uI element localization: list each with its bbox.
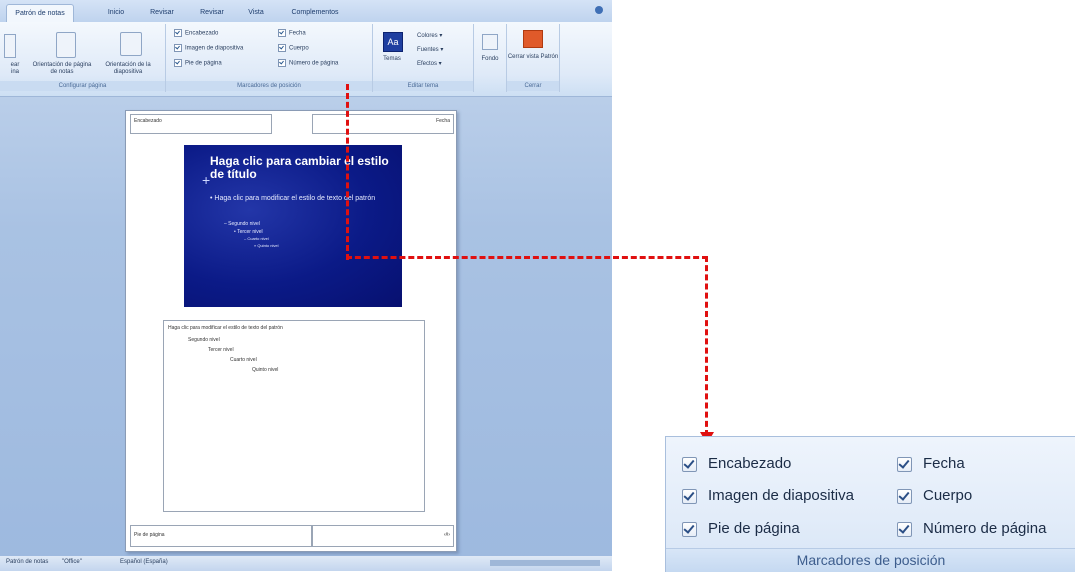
group-cerrar: Cerrar vista Patrón Cerrar [507,24,560,92]
group-configurar-pagina: ear ina Orientación de página de notas Or… [0,24,166,92]
slide-bullet-5: » Quinto nivel [254,243,279,248]
group-label-configurar: Configurar página [0,81,165,91]
status-language[interactable]: Español (España) [120,559,168,565]
zoomed-placeholders-group: Encabezado Imagen de diapositiva Pie de … [665,436,1075,572]
status-view: Patrón de notas [6,559,49,565]
temas-button[interactable]: Temas [377,56,407,63]
arrow-segment-2 [346,256,708,259]
slide-orientation-icon [120,32,142,56]
ribbon-check-imagen[interactable]: Imagen de diapositiva [174,44,243,52]
slide-bullet-4: – Cuarto nivel [244,236,269,241]
date-placeholder[interactable]: Fecha [312,114,454,134]
tab-vista[interactable]: Vista [240,4,272,21]
tab-complementos[interactable]: Complementos [280,4,350,21]
ribbon-check-cuerpo[interactable]: Cuerpo [278,44,309,52]
arrow-segment-3 [705,256,708,436]
fondo-button[interactable]: Fondo [474,56,506,63]
ribbon-check-encabezado[interactable]: Encabezado [174,29,218,37]
notes-line-4: Cuarto nivel [230,357,257,363]
ribbon-check-pie[interactable]: Pie de página [174,59,222,67]
page-number-placeholder[interactable]: ‹#› [312,525,454,547]
group-label-tema: Editar tema [373,81,473,91]
sparkle-icon: + [202,172,211,188]
status-bar: Patrón de notas "Office" Español (España… [0,556,612,571]
background-icon [482,34,498,50]
notes-body-placeholder[interactable]: Haga clic para modificar el estilo de te… [163,320,425,512]
ribbon-tab-bar: Patrón de notas Inicio Revisar Revisar V… [0,0,612,22]
group-editar-tema: Aa Temas Colores ▾ Fuentes ▾ Efectos ▾ E… [373,24,474,92]
slide-bullet-3: • Tercer nivel [234,229,263,235]
arrow-segment-1 [346,84,349,260]
tab-revisar-2[interactable]: Revisar [192,4,232,21]
footer-placeholder[interactable]: Pie de página [130,525,312,547]
configurar-pagina-button[interactable]: ear ina [0,62,30,76]
group-marcadores: Encabezado Imagen de diapositiva Pie de … [166,24,373,92]
checkmark-icon [682,522,697,537]
page-setup-icon [4,34,16,58]
slide-orientation-button[interactable]: Orientación de la diapositiva [94,62,162,76]
tab-inicio[interactable]: Inicio [98,4,134,21]
colores-button[interactable]: Colores ▾ [417,32,442,39]
checkmark-icon [897,457,912,472]
group-label-marcadores: Marcadores de posición [166,81,372,91]
group-label-cerrar: Cerrar [507,81,559,91]
notes-line-5: Quinto nivel [252,367,279,373]
checkmark-icon [682,489,697,504]
slide-image-placeholder[interactable]: Haga clic para cambiar el estilo de títu… [184,145,402,307]
notes-orientation-button[interactable]: Orientación de página de notas [32,62,92,76]
close-master-icon [523,30,543,48]
checkmark-icon [897,489,912,504]
checkmark-icon [682,457,697,472]
notes-line-2: Segundo nivel [188,337,220,343]
powerpoint-window: Patrón de notas Inicio Revisar Revisar V… [0,0,612,571]
cerrar-vista-patron-button[interactable]: Cerrar vista Patrón [507,54,559,61]
themes-icon[interactable]: Aa [383,32,403,52]
slide-bullet-2: – Segundo nivel [224,221,260,227]
notes-line-1: Haga clic para modificar el estilo de te… [168,325,283,331]
ribbon: ear ina Orientación de página de notas Or… [0,22,612,97]
checkmark-icon [897,522,912,537]
ribbon-check-numero[interactable]: Número de página [278,59,338,67]
fuentes-button[interactable]: Fuentes ▾ [417,46,443,53]
ribbon-check-fecha[interactable]: Fecha [278,29,306,37]
efectos-button[interactable]: Efectos ▾ [417,60,442,67]
slide-title: Haga clic para cambiar el estilo de títu… [210,154,389,181]
group-label: Marcadores de posición [666,548,1075,572]
tab-patron-notas[interactable]: Patrón de notas [6,4,74,22]
notes-orientation-icon [56,32,76,58]
notes-line-3: Tercer nivel [208,347,234,353]
zoom-slider[interactable] [490,560,600,566]
header-placeholder[interactable]: Encabezado [130,114,272,134]
notes-page: Encabezado Fecha Haga clic para cambiar … [125,110,457,552]
slide-bullet-1: • Haga clic para modificar el estilo de … [210,195,376,202]
tab-revisar[interactable]: Revisar [142,4,182,21]
group-fondo: Fondo [474,24,507,92]
help-icon[interactable] [595,6,603,14]
status-theme: "Office" [62,559,82,565]
